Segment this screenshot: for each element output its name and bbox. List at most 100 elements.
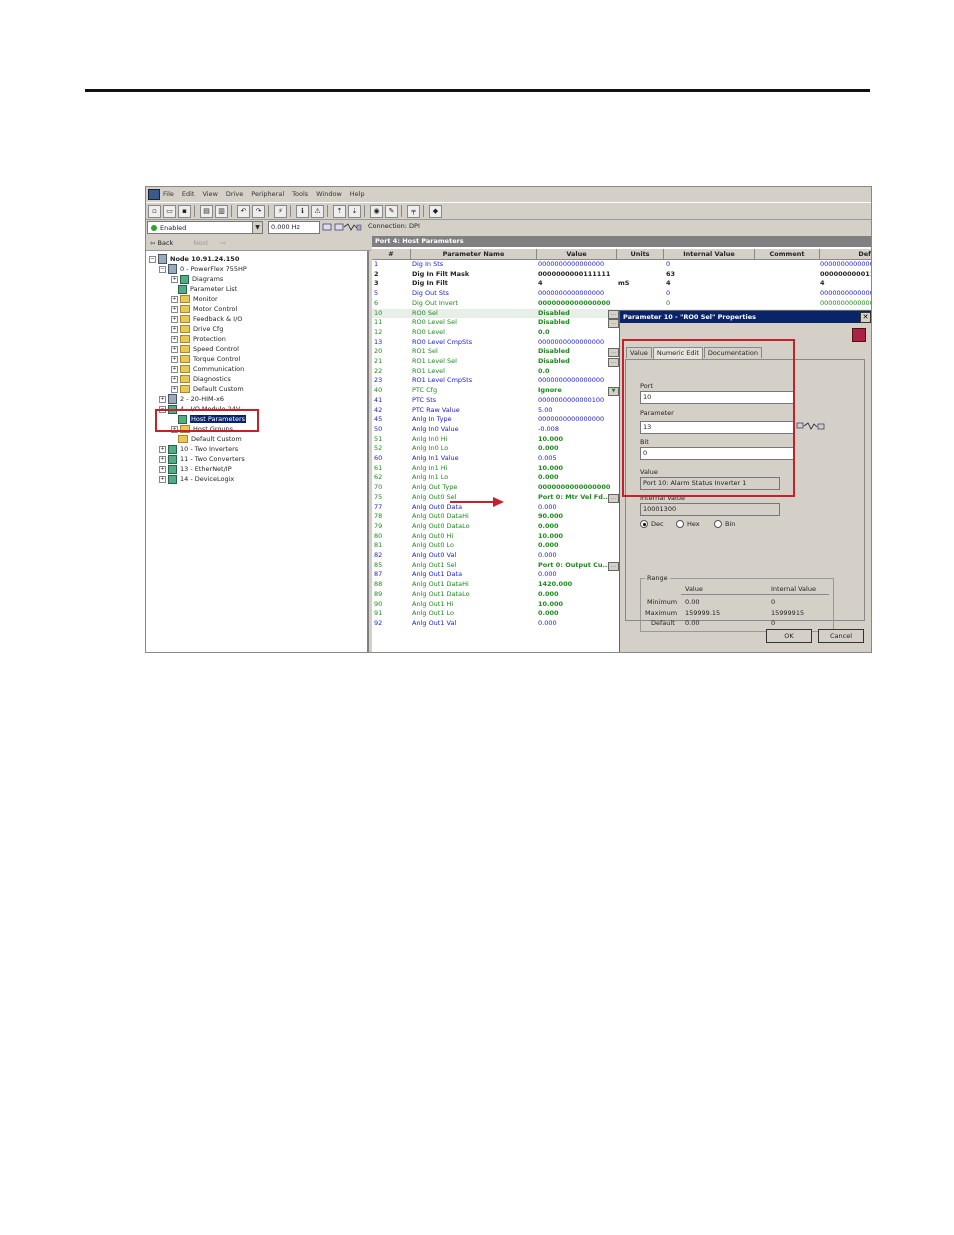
expand-icon[interactable]: +	[159, 445, 166, 453]
col-header-num[interactable]: #	[372, 249, 411, 259]
connect-icon[interactable]: ⚡	[274, 204, 287, 218]
tree-item-diagrams[interactable]: + Diagrams	[171, 274, 223, 284]
collapse-icon[interactable]: −	[149, 255, 156, 263]
warning-icon[interactable]: ⚠	[311, 204, 324, 218]
expand-icon[interactable]: +	[171, 335, 178, 343]
tree-item-monitor[interactable]: + Monitor	[171, 294, 218, 304]
new-icon[interactable]: ▫	[148, 204, 161, 218]
undo-icon[interactable]: ↶	[237, 204, 250, 218]
link-parameter-icon[interactable]	[796, 421, 826, 431]
download-icon[interactable]: ⇣	[348, 204, 361, 218]
ellipsis-button[interactable]: …	[608, 358, 619, 367]
ellipsis-button[interactable]: …	[608, 309, 619, 319]
expand-icon[interactable]: +	[171, 365, 178, 373]
print-icon[interactable]: ▤	[200, 204, 213, 218]
radio-dec[interactable]: Dec	[640, 520, 664, 528]
expand-icon[interactable]: +	[171, 385, 178, 393]
collapse-icon[interactable]: −	[159, 265, 166, 273]
param-number: 51	[374, 434, 383, 443]
tree-node-root[interactable]: − Node 10.91.24.150	[149, 254, 239, 264]
table-row[interactable]: 2 Dig In Filt Mask 0000000000111111 63 00000…	[372, 270, 871, 280]
cancel-button[interactable]: Cancel	[818, 629, 864, 643]
dropdown-icon[interactable]: ▼	[608, 387, 619, 397]
tree-item-feedback-io[interactable]: + Feedback & I/O	[171, 314, 242, 324]
param-name: Anlg Out1 Data	[412, 570, 463, 579]
expand-icon[interactable]: +	[171, 305, 178, 313]
ellipsis-button[interactable]: …	[608, 493, 619, 503]
wizard-icon[interactable]: ✎	[385, 204, 398, 218]
ok-button[interactable]: OK	[766, 629, 812, 643]
menu-help[interactable]: Help	[350, 190, 365, 198]
ellipsis-button[interactable]: …	[608, 561, 619, 571]
tree-item-label: Diagnostics	[193, 375, 231, 383]
tree-item-parameter-list[interactable]: Parameter List	[178, 284, 237, 294]
tree-item-devicelogix[interactable]: + 14 - DeviceLogix	[159, 474, 234, 484]
expand-icon[interactable]: +	[159, 455, 166, 463]
close-icon[interactable]: ✕	[860, 312, 871, 323]
tree-item-speed-control[interactable]: + Speed Control	[171, 344, 239, 354]
param-name: RO0 Level	[412, 327, 445, 336]
tree-item-communication[interactable]: + Communication	[171, 364, 244, 374]
col-header-name[interactable]: Parameter Name	[411, 249, 537, 259]
table-row[interactable]: 3 Dig In Filt 4 mS 4 4	[372, 279, 871, 289]
open-icon[interactable]: ▭	[163, 204, 176, 218]
menu-view[interactable]: View	[202, 190, 217, 198]
next-button[interactable]: Next ⇨	[193, 239, 226, 247]
menu-peripheral[interactable]: Peripheral	[251, 190, 284, 198]
menu-window[interactable]: Window	[316, 190, 342, 198]
help-book-icon[interactable]	[852, 328, 866, 342]
menu-tools[interactable]: Tools	[292, 190, 308, 198]
expand-icon[interactable]: +	[159, 395, 166, 403]
param-value: 90.000	[538, 512, 564, 521]
redo-icon[interactable]: ↷	[252, 204, 265, 218]
save-icon[interactable]: ▪	[178, 204, 191, 218]
help-book-icon[interactable]: ◆	[429, 204, 442, 218]
info-icon[interactable]: ℹ	[296, 204, 309, 218]
ellipsis-button[interactable]: …	[608, 319, 619, 329]
expand-icon[interactable]: +	[159, 475, 166, 483]
tree-item-default-custom[interactable]: + Default Custom	[171, 384, 244, 394]
print-preview-icon[interactable]: ▥	[215, 204, 228, 218]
tree-item-powerflex[interactable]: − 0 - PowerFlex 755HP	[159, 264, 247, 274]
folder-icon	[180, 325, 190, 333]
param-value: 0000000000000000	[538, 298, 610, 307]
tree-item-him[interactable]: + 2 - 20-HIM-x6	[159, 394, 224, 404]
expand-icon[interactable]: +	[171, 295, 178, 303]
tree-item-motor-control[interactable]: + Motor Control	[171, 304, 237, 314]
col-header-internal[interactable]: Internal Value	[664, 249, 755, 259]
expand-icon[interactable]: +	[171, 375, 178, 383]
back-button[interactable]: ⇦ Back	[150, 239, 183, 247]
col-header-comment[interactable]: Comment	[755, 249, 820, 259]
expand-icon[interactable]: +	[159, 465, 166, 473]
tree-item-torque-control[interactable]: + Torque Control	[171, 354, 240, 364]
table-row[interactable]: 6 Dig Out Invert 0000000000000000 0 00000000…	[372, 299, 871, 309]
upload-icon[interactable]: ⇡	[333, 204, 346, 218]
expand-icon[interactable]: +	[171, 315, 178, 323]
menu-file[interactable]: File	[163, 190, 174, 198]
table-row[interactable]: 1 Dig In Sts 0000000000000000 0 000000000000…	[372, 260, 871, 270]
tree-item-protection[interactable]: + Protection	[171, 334, 226, 344]
chevron-down-icon[interactable]: ▼	[252, 222, 262, 233]
menu-edit[interactable]: Edit	[182, 190, 195, 198]
drive-state-select[interactable]: Enabled ▼	[147, 221, 263, 234]
tree-item-ethernet-ip[interactable]: + 13 - EtherNet/IP	[159, 464, 232, 474]
tree-item-drive-cfg[interactable]: + Drive Cfg	[171, 324, 223, 334]
expand-icon[interactable]: +	[171, 345, 178, 353]
expand-icon[interactable]: +	[171, 355, 178, 363]
table-row[interactable]: 5 Dig Out Sts 0000000000000000 0 00000000000…	[372, 289, 871, 299]
expand-icon[interactable]: +	[171, 325, 178, 333]
tree-item-default-custom-2[interactable]: Default Custom	[178, 434, 242, 444]
col-header-value[interactable]: Value	[537, 249, 617, 259]
tree-item-two-inverters[interactable]: + 10 - Two Inverters	[159, 444, 238, 454]
menu-drive[interactable]: Drive	[226, 190, 243, 198]
col-header-default[interactable]: Defau	[820, 249, 871, 259]
stop-icon[interactable]: ◉	[370, 204, 383, 218]
radio-hex[interactable]: Hex	[676, 520, 700, 528]
col-header-units[interactable]: Units	[617, 249, 664, 259]
radio-bin[interactable]: Bin	[714, 520, 735, 528]
tree-item-two-converters[interactable]: + 11 - Two Converters	[159, 454, 245, 464]
tree-item-diagnostics[interactable]: + Diagnostics	[171, 374, 231, 384]
network-icon[interactable]: ╤	[407, 204, 420, 218]
ellipsis-button[interactable]: …	[608, 348, 619, 358]
expand-icon[interactable]: +	[171, 275, 178, 283]
